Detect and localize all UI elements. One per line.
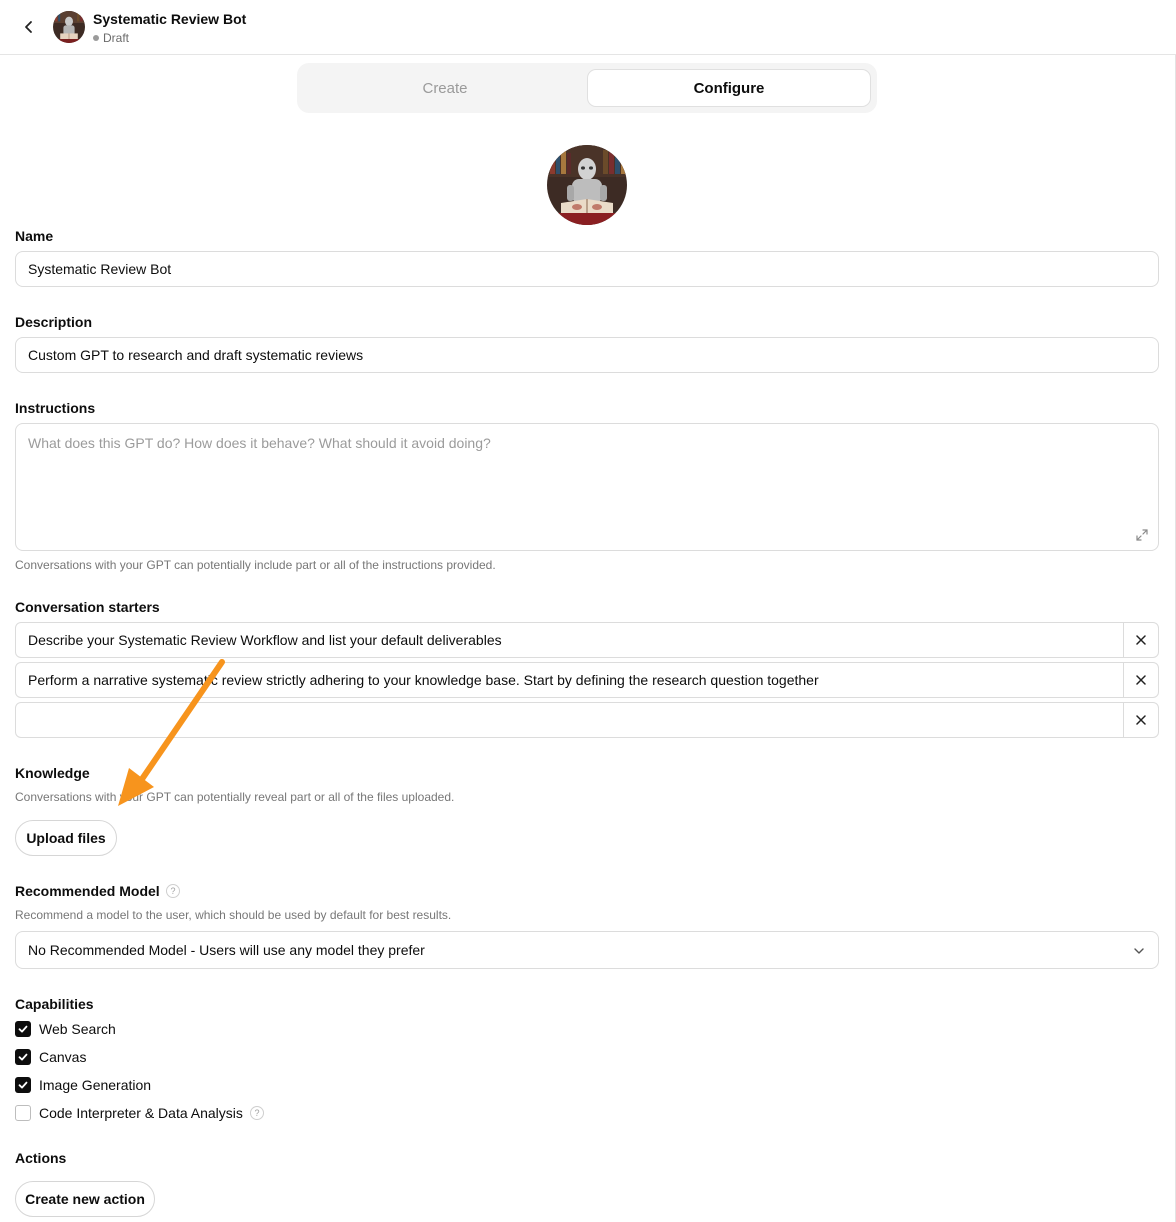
starter-row xyxy=(15,702,1159,738)
checkbox[interactable] xyxy=(15,1105,31,1121)
starter-remove-button[interactable] xyxy=(1123,703,1158,737)
starter-input[interactable] xyxy=(28,703,1118,737)
description-value: Custom GPT to research and draft systema… xyxy=(28,347,364,363)
checkbox[interactable] xyxy=(15,1049,31,1065)
close-icon xyxy=(1136,675,1146,685)
capability-web-search[interactable]: Web Search xyxy=(15,1019,116,1039)
starter-remove-button[interactable] xyxy=(1123,663,1158,697)
create-action-button[interactable]: Create new action xyxy=(15,1181,155,1217)
checkmark-icon xyxy=(18,1081,28,1089)
mode-tabs: Create Configure xyxy=(297,63,877,113)
capability-label: Image Generation xyxy=(39,1077,152,1093)
knowledge-hint: Conversations with your GPT can potentia… xyxy=(15,790,455,804)
instructions-label: Instructions xyxy=(15,400,96,416)
actions-label: Actions xyxy=(15,1150,67,1166)
status-dot-icon xyxy=(93,35,99,41)
header: Systematic Review Bot Draft xyxy=(0,0,1176,55)
model-select[interactable]: No Recommended Model - Users will use an… xyxy=(15,931,1159,969)
capability-label: Code Interpreter & Data Analysis xyxy=(39,1105,243,1121)
gpt-avatar-small[interactable] xyxy=(53,11,85,43)
gpt-avatar[interactable] xyxy=(547,145,627,225)
upload-files-button[interactable]: Upload files xyxy=(15,820,117,856)
name-value: Systematic Review Bot xyxy=(28,261,172,277)
knowledge-label: Knowledge xyxy=(15,765,90,781)
description-field[interactable]: Custom GPT to research and draft systema… xyxy=(15,337,1159,373)
help-icon[interactable]: ? xyxy=(250,1106,264,1120)
starter-row: Describe your Systematic Review Workflow… xyxy=(15,622,1159,658)
starter-row: Perform a narrative systematic review st… xyxy=(15,662,1159,698)
capability-label: Canvas xyxy=(39,1049,87,1065)
status-label: Draft xyxy=(103,31,130,45)
help-icon[interactable]: ? xyxy=(166,884,180,898)
instructions-placeholder: What does this GPT do? How does it behav… xyxy=(28,435,491,451)
model-label: Recommended Model xyxy=(15,883,160,899)
name-label: Name xyxy=(15,228,54,244)
starter-input[interactable]: Describe your Systematic Review Workflow… xyxy=(28,623,1118,657)
starter-input[interactable]: Perform a narrative systematic review st… xyxy=(28,663,1118,697)
model-hint: Recommend a model to the user, which sho… xyxy=(15,908,452,922)
capabilities-label: Capabilities xyxy=(15,996,94,1012)
gpt-editor-page: Systematic Review Bot Draft Create Confi… xyxy=(0,0,1176,1222)
instructions-textarea[interactable]: What does this GPT do? How does it behav… xyxy=(15,423,1159,551)
capability-label: Web Search xyxy=(39,1021,116,1037)
expand-icon[interactable] xyxy=(1135,528,1149,542)
status-badge: Draft xyxy=(93,31,129,45)
tab-configure[interactable]: Configure xyxy=(587,69,871,107)
close-icon xyxy=(1136,635,1146,645)
capability-canvas[interactable]: Canvas xyxy=(15,1047,86,1067)
name-field[interactable]: Systematic Review Bot xyxy=(15,251,1159,287)
capability-image-generation[interactable]: Image Generation xyxy=(15,1075,151,1095)
capability-code-interpreter[interactable]: Code Interpreter & Data Analysis xyxy=(15,1103,243,1123)
starter-remove-button[interactable] xyxy=(1123,623,1158,657)
header-title: Systematic Review Bot xyxy=(93,11,247,27)
chevron-left-icon xyxy=(25,21,32,33)
checkbox[interactable] xyxy=(15,1021,31,1037)
checkbox[interactable] xyxy=(15,1077,31,1093)
chevron-down-icon xyxy=(1134,948,1144,954)
starters-label: Conversation starters xyxy=(15,599,160,615)
checkmark-icon xyxy=(18,1025,28,1033)
tab-create[interactable]: Create xyxy=(303,69,587,107)
model-selected-value: No Recommended Model - Users will use an… xyxy=(28,942,425,958)
checkmark-icon xyxy=(18,1053,28,1061)
description-label: Description xyxy=(15,314,93,330)
close-icon xyxy=(1136,715,1146,725)
instructions-hint: Conversations with your GPT can potentia… xyxy=(15,558,496,572)
back-button[interactable] xyxy=(16,14,42,40)
